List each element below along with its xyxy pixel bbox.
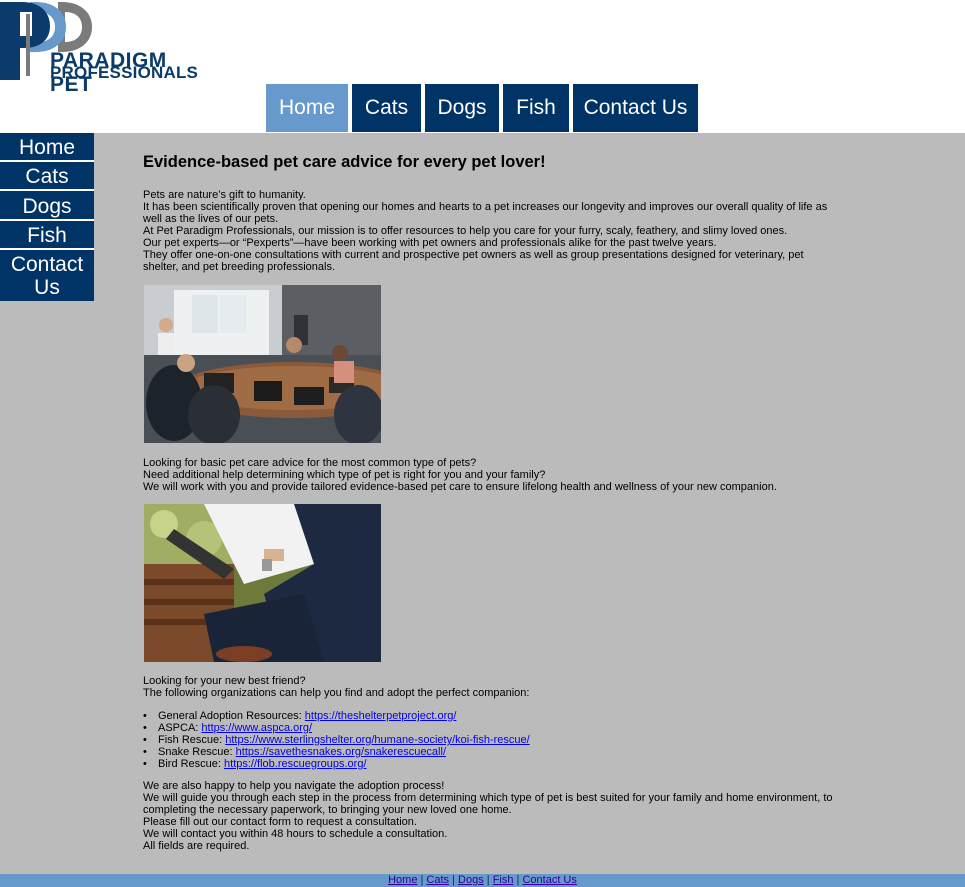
closing-line: We are also happy to help you navigate t… <box>143 780 445 792</box>
footer-separator: | <box>420 874 424 886</box>
advice-paragraph: Looking for basic pet care advice for th… <box>143 457 833 493</box>
intro-line: Pets are nature’s gift to humanity. <box>143 189 306 201</box>
side-nav: Home Cats Dogs Fish Contact Us <box>0 133 94 301</box>
logo-line2: PROFESSIONALS <box>50 63 199 82</box>
meeting-photo <box>144 285 381 443</box>
page-title: Evidence-based pet care advice for every… <box>143 153 546 171</box>
adopt-paragraph: Looking for your new best friend? The fo… <box>143 675 833 699</box>
side-nav-dogs[interactable]: Dogs <box>0 191 94 221</box>
resource-label: ASPCA: <box>158 722 202 734</box>
top-nav-fish[interactable]: Fish <box>503 84 569 132</box>
resource-list: General Adoption Resources: https://thes… <box>143 710 833 770</box>
list-item: General Adoption Resources: https://thes… <box>143 710 833 722</box>
advice-line: We will work with you and provide tailor… <box>143 481 777 493</box>
resource-label: Fish Rescue: <box>158 734 226 746</box>
intro-line: At Pet Paradigm Professionals, our missi… <box>143 225 788 237</box>
closing-line: Please fill out our contact form to requ… <box>143 816 417 828</box>
side-nav-fish[interactable]: Fish <box>0 221 94 250</box>
resource-link[interactable]: https://theshelterpetproject.org/ <box>305 710 457 722</box>
resource-label: Snake Rescue: <box>158 746 236 758</box>
footer-separator: | <box>486 874 490 886</box>
list-item: ASPCA: https://www.aspca.org/ <box>143 722 833 734</box>
closing-paragraph: We are also happy to help you navigate t… <box>143 780 833 852</box>
resource-link[interactable]: https://savethesnakes.org/snakerescuecal… <box>236 746 446 758</box>
advice-line: Looking for basic pet care advice for th… <box>143 457 477 469</box>
site-logo[interactable]: PARADIGM PET PROFESSIONALS <box>0 0 200 96</box>
top-nav-home[interactable]: Home <box>266 84 348 132</box>
list-item: Bird Rescue: https://flob.rescuegroups.o… <box>143 758 833 770</box>
footer-link-home[interactable]: Home <box>388 874 417 886</box>
intro-line: Our pet experts—or “Pexperts”—have been … <box>143 237 717 249</box>
resource-link[interactable]: https://flob.rescuegroups.org/ <box>224 758 366 770</box>
side-nav-contact-us[interactable]: Contact Us <box>0 250 94 301</box>
adopt-line: The following organizations can help you… <box>143 687 530 699</box>
closing-line: We will contact you within 48 hours to s… <box>143 828 448 840</box>
resource-link[interactable]: https://www.sterlingshelter.org/humane-s… <box>225 734 529 746</box>
intro-paragraph: Pets are nature’s gift to humanity. It h… <box>143 189 833 273</box>
side-nav-home[interactable]: Home <box>0 133 94 162</box>
footer-link-contact-us[interactable]: Contact Us <box>522 874 576 886</box>
top-nav-dogs[interactable]: Dogs <box>425 84 499 132</box>
top-nav-contact-us[interactable]: Contact Us <box>573 84 698 132</box>
closing-line: We will guide you through each step in t… <box>143 792 833 816</box>
footer-separator: | <box>452 874 455 886</box>
site-footer: Home | Cats | Dogs | Fish | Contact Us <box>0 874 965 887</box>
intro-line: They offer one-on-one consultations with… <box>143 249 804 273</box>
resource-label: Bird Rescue: <box>158 758 225 770</box>
list-item: Snake Rescue: https://savethesnakes.org/… <box>143 746 833 758</box>
adopt-line: Looking for your new best friend? <box>143 675 306 687</box>
advice-line: Need additional help determining which t… <box>143 469 546 481</box>
list-item: Fish Rescue: https://www.sterlingshelter… <box>143 734 833 746</box>
footer-link-dogs[interactable]: Dogs <box>458 874 484 886</box>
footer-link-fish[interactable]: Fish <box>493 874 514 886</box>
resource-label: General Adoption Resources: <box>158 710 305 722</box>
top-nav-cats[interactable]: Cats <box>352 84 421 132</box>
content-area: Home Cats Dogs Fish Contact Us Evidence-… <box>0 133 965 874</box>
footer-link-cats[interactable]: Cats <box>426 874 449 886</box>
intro-line: It has been scientifically proven that o… <box>143 201 828 225</box>
resource-link[interactable]: https://www.aspca.org/ <box>201 722 312 734</box>
consultation-photo <box>144 504 381 662</box>
site-header: PARADIGM PET PROFESSIONALS Home Cats Dog… <box>0 0 965 133</box>
side-nav-cats[interactable]: Cats <box>0 162 94 191</box>
top-nav: Home Cats Dogs Fish Contact Us <box>266 84 702 133</box>
footer-separator: | <box>516 874 520 886</box>
closing-line: All fields are required. <box>143 840 250 852</box>
